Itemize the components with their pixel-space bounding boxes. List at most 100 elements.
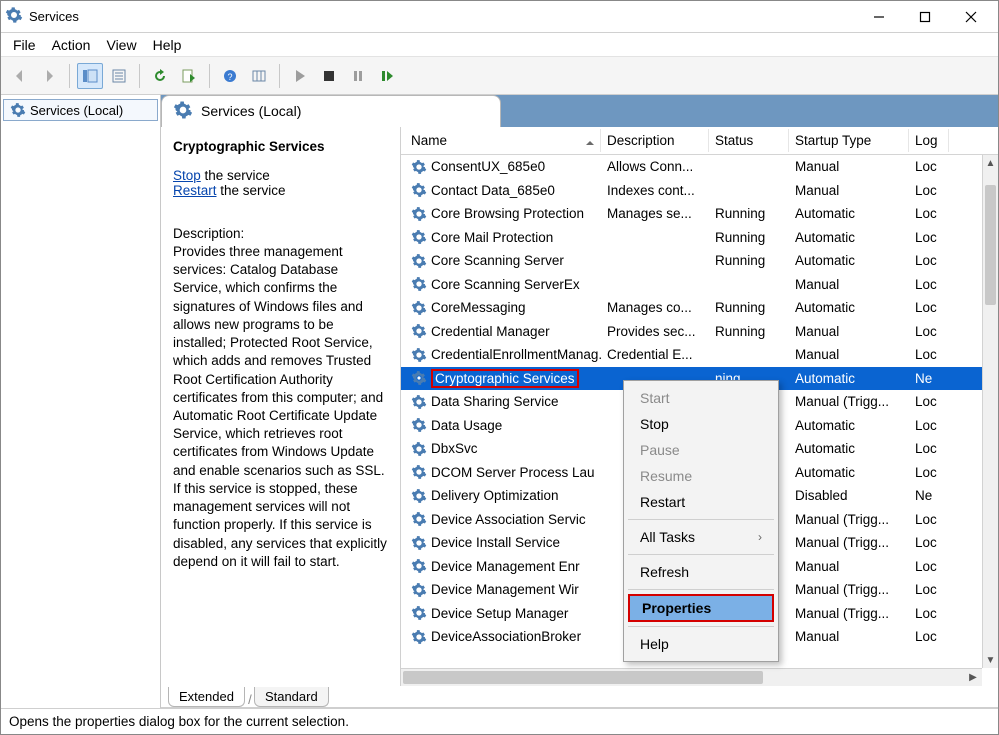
scroll-up-arrow[interactable]: ▲ <box>983 155 998 171</box>
cm-separator <box>628 626 774 627</box>
menu-view[interactable]: View <box>106 37 136 53</box>
toolbar-separator <box>279 64 280 88</box>
gear-icon <box>411 511 427 527</box>
cm-help[interactable]: Help <box>626 631 776 657</box>
pane-title: Services (Local) <box>201 103 301 119</box>
cell-logon: Loc <box>909 606 949 621</box>
help-button[interactable]: ? <box>217 63 243 89</box>
toolbar: ? <box>1 57 998 95</box>
service-row[interactable]: CredentialEnrollmentManag...Credential E… <box>401 343 998 367</box>
column-logon[interactable]: Log <box>909 129 949 152</box>
menu-help[interactable]: Help <box>153 37 182 53</box>
toolbar-separator <box>139 64 140 88</box>
service-row[interactable]: ConsentUX_685e0Allows Conn...ManualLoc <box>401 155 998 179</box>
cell-logon: Loc <box>909 582 949 597</box>
service-row[interactable]: Core Scanning ServerRunningAutomaticLoc <box>401 249 998 273</box>
tree-item-services-local[interactable]: Services (Local) <box>3 99 158 121</box>
cm-pause[interactable]: Pause <box>626 437 776 463</box>
service-start-button[interactable] <box>287 63 313 89</box>
cell-startup: Manual <box>789 629 909 644</box>
stop-link[interactable]: Stop <box>173 168 201 183</box>
service-name: Device Management Wir <box>431 582 579 597</box>
column-description[interactable]: Description <box>601 129 709 152</box>
service-row[interactable]: Core Browsing ProtectionManages se...Run… <box>401 202 998 226</box>
columns-button[interactable] <box>246 63 272 89</box>
cell-logon: Loc <box>909 230 949 245</box>
gear-icon <box>411 370 427 386</box>
cell-logon: Loc <box>909 512 949 527</box>
restart-link[interactable]: Restart <box>173 183 217 198</box>
cm-restart[interactable]: Restart <box>626 489 776 515</box>
cell-status: Running <box>709 230 789 245</box>
column-name[interactable]: Name <box>405 129 601 152</box>
cell-name: Core Mail Protection <box>405 229 601 245</box>
scroll-right-arrow[interactable]: ▶ <box>964 669 982 686</box>
maximize-button[interactable] <box>902 1 948 33</box>
cm-properties[interactable]: Properties <box>628 594 774 622</box>
service-name: Device Association Servic <box>431 512 586 527</box>
cell-name: Device Setup Manager <box>405 605 601 621</box>
menu-action[interactable]: Action <box>52 37 91 53</box>
service-row[interactable]: Credential ManagerProvides sec...Running… <box>401 320 998 344</box>
description-text: Provides three management services: Cata… <box>173 243 388 571</box>
cell-status: Running <box>709 253 789 268</box>
status-text: Opens the properties dialog box for the … <box>9 714 349 729</box>
window-title: Services <box>29 9 79 24</box>
service-name: Credential Manager <box>431 324 550 339</box>
service-stop-button[interactable] <box>316 63 342 89</box>
service-name: Core Scanning Server <box>431 253 564 268</box>
gear-icon <box>173 100 193 123</box>
minimize-button[interactable] <box>856 1 902 33</box>
menu-file[interactable]: File <box>13 37 36 53</box>
close-button[interactable] <box>948 1 994 33</box>
show-tree-button[interactable] <box>77 63 103 89</box>
refresh-button[interactable] <box>147 63 173 89</box>
cell-name: Data Usage <box>405 417 601 433</box>
cell-description: Manages se... <box>601 206 709 221</box>
vertical-scrollbar[interactable]: ▲ ▼ <box>982 155 998 668</box>
gear-icon <box>411 441 427 457</box>
cell-startup: Automatic <box>789 300 909 315</box>
console-tree: Services (Local) <box>1 95 161 708</box>
service-restart-button[interactable] <box>374 63 400 89</box>
gear-icon <box>411 300 427 316</box>
service-row[interactable]: CoreMessagingManages co...RunningAutomat… <box>401 296 998 320</box>
service-name: DbxSvc <box>431 441 478 456</box>
tab-extended[interactable]: Extended <box>168 687 245 707</box>
cm-all-tasks[interactable]: All Tasks <box>626 524 776 550</box>
cell-startup: Manual (Trigg... <box>789 582 909 597</box>
cell-startup: Automatic <box>789 206 909 221</box>
cm-stop[interactable]: Stop <box>626 411 776 437</box>
properties-button[interactable] <box>106 63 132 89</box>
cell-name: Core Scanning ServerEx <box>405 276 601 292</box>
column-status[interactable]: Status <box>709 129 789 152</box>
statusbar: Opens the properties dialog box for the … <box>1 708 998 734</box>
nav-forward-button[interactable] <box>36 63 62 89</box>
service-row[interactable]: Core Scanning ServerExManualLoc <box>401 273 998 297</box>
cm-refresh[interactable]: Refresh <box>626 559 776 585</box>
export-list-button[interactable] <box>176 63 202 89</box>
service-row[interactable]: Contact Data_685e0Indexes cont...ManualL… <box>401 179 998 203</box>
gear-icon <box>411 558 427 574</box>
cell-startup: Automatic <box>789 230 909 245</box>
cm-start[interactable]: Start <box>626 385 776 411</box>
service-pause-button[interactable] <box>345 63 371 89</box>
nav-back-button[interactable] <box>7 63 33 89</box>
scroll-down-arrow[interactable]: ▼ <box>983 652 998 668</box>
scrollbar-thumb[interactable] <box>403 671 763 684</box>
scrollbar-thumb[interactable] <box>985 185 996 305</box>
service-name: Device Management Enr <box>431 559 580 574</box>
cell-logon: Loc <box>909 347 949 362</box>
service-row[interactable]: Core Mail Protection RunningAutomaticLoc <box>401 226 998 250</box>
cell-name: ConsentUX_685e0 <box>405 159 601 175</box>
cm-resume[interactable]: Resume <box>626 463 776 489</box>
horizontal-scrollbar[interactable]: ◀ ▶ <box>401 668 982 686</box>
view-tabs: Extended / Standard <box>161 686 998 708</box>
tab-standard[interactable]: Standard <box>254 687 329 707</box>
cell-name: Cryptographic Services <box>405 369 601 388</box>
cell-name: CoreMessaging <box>405 300 601 316</box>
cell-name: Core Scanning Server <box>405 253 601 269</box>
cell-startup: Manual (Trigg... <box>789 606 909 621</box>
cell-logon: Loc <box>909 183 949 198</box>
column-startup[interactable]: Startup Type <box>789 129 909 152</box>
